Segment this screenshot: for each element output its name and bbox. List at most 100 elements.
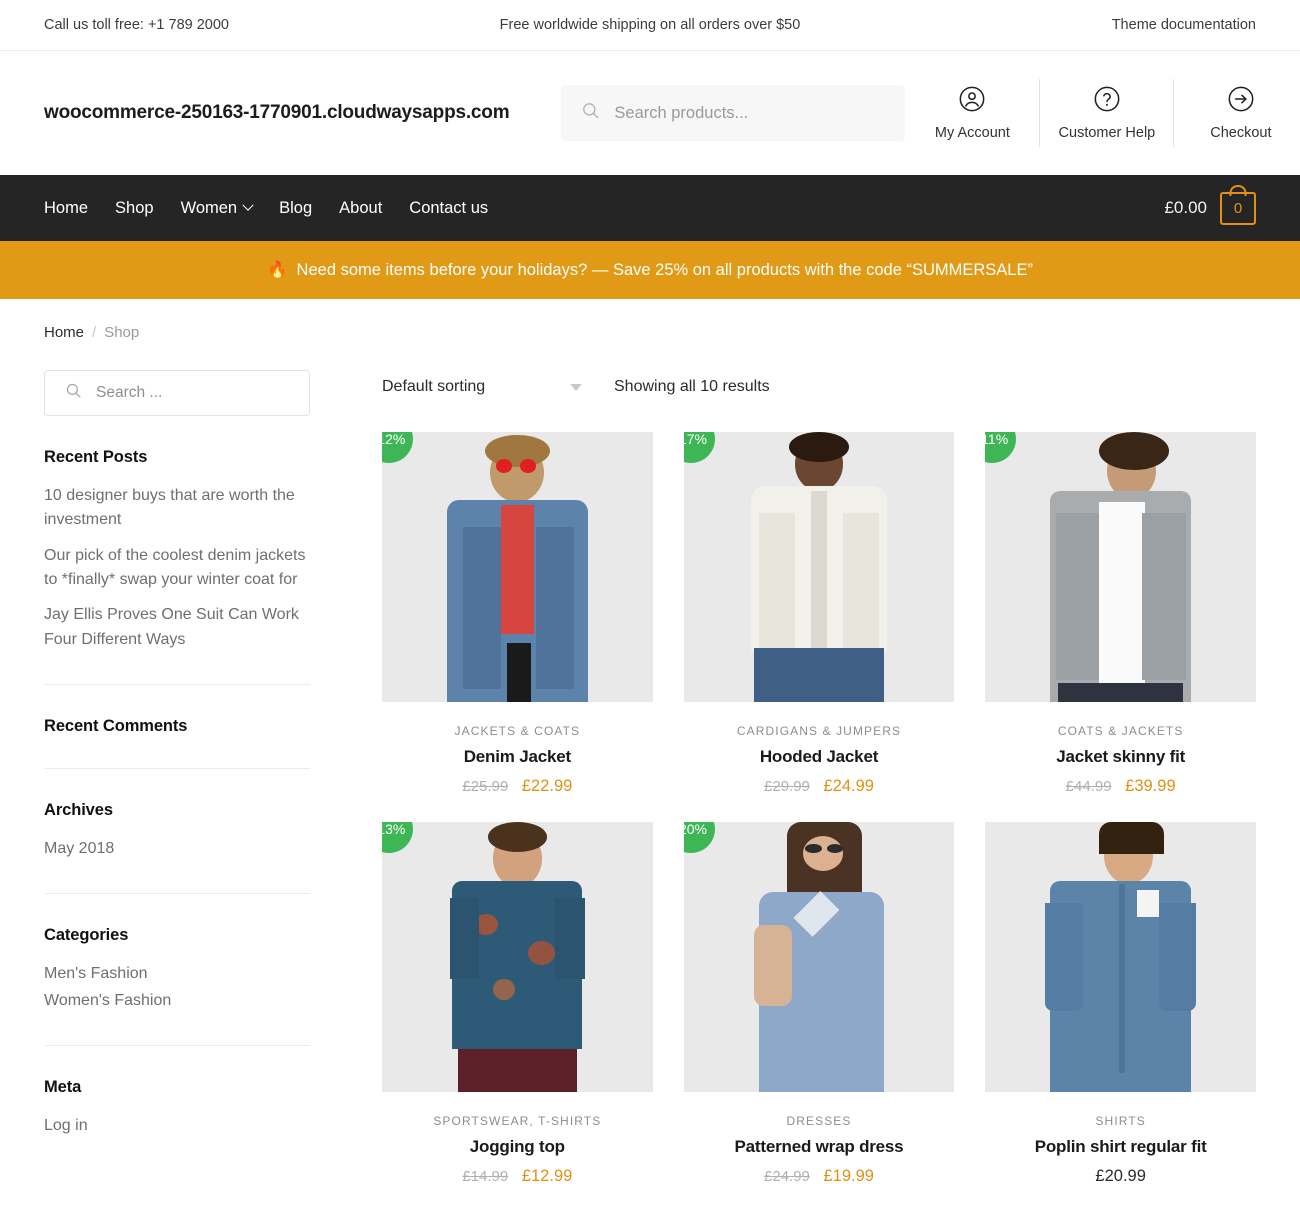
product-meta: Dresses Patterned wrap dress £24.99 £19.… [684, 1092, 955, 1186]
product-title[interactable]: Jacket skinny fit [985, 747, 1256, 767]
breadcrumb-home[interactable]: Home [44, 324, 84, 341]
sidebar-search-box[interactable] [44, 370, 310, 416]
product-regular-price: £20.99 [1095, 1167, 1146, 1185]
meta-list: Log in [44, 1114, 310, 1138]
product-listing: Default sorting Showing all 10 results 2… [310, 341, 1256, 1186]
product-meta: Coats & Jackets Jacket skinny fit £44.99… [985, 702, 1256, 796]
product-sale-price: £24.99 [823, 777, 874, 795]
widget-categories: Categories Men's Fashion Women's Fashion [44, 893, 310, 1013]
shop-toolbar: Default sorting Showing all 10 results [382, 370, 1256, 404]
primary-navigation: Home Shop Women Blog About Contact us £0… [0, 175, 1300, 241]
list-item[interactable]: Jay Ellis Proves One Suit Can Work Four … [44, 603, 310, 652]
list-item[interactable]: Log in [44, 1114, 310, 1138]
product-image[interactable] [985, 822, 1256, 1092]
breadcrumb-separator: / [92, 324, 97, 341]
product-title[interactable]: Denim Jacket [382, 747, 653, 767]
list-item[interactable]: Men's Fashion [44, 962, 310, 986]
nav-label-about: About [339, 198, 383, 217]
widget-title-archives: Archives [44, 800, 113, 819]
product-category[interactable]: Cardigans & Jumpers [684, 724, 955, 738]
nav-item-contact-us[interactable]: Contact us [409, 199, 488, 218]
promo-text: Need some items before your holidays? — … [296, 260, 1033, 279]
nav-item-shop[interactable]: Shop [115, 199, 154, 218]
theme-documentation-label[interactable]: Theme documentation [1112, 17, 1256, 33]
site-title[interactable]: woocommerce-250163-1770901.cloudwaysapps… [44, 102, 510, 124]
product-image[interactable]: -12% [382, 432, 653, 702]
man-white-hooded-jacket-illustration [684, 432, 955, 702]
customer-help-label: Customer Help [1058, 125, 1156, 141]
product-meta: Cardigans & Jumpers Hooded Jacket £29.99… [684, 702, 955, 796]
product-card[interactable]: -20% Dresses Patterned wrap dress £24.99… [683, 822, 955, 1186]
shopping-bag-icon[interactable]: 0 [1220, 184, 1256, 225]
widget-title-categories: Categories [44, 926, 129, 945]
man-blue-poplin-shirt-illustration [985, 822, 1256, 1092]
product-card[interactable]: -17% Cardigans & Jumpers Hooded Jacket £… [683, 432, 955, 796]
product-old-price: £29.99 [764, 778, 810, 795]
product-price: £25.99 £22.99 [382, 777, 653, 796]
promo-banner: 🔥 Need some items before your holidays? … [0, 241, 1300, 299]
product-old-price: £44.99 [1065, 778, 1112, 795]
product-sale-price: £22.99 [521, 777, 573, 795]
breadcrumb-current: Shop [104, 324, 140, 341]
chevron-down-icon [242, 199, 254, 211]
product-image[interactable]: -17% [683, 432, 955, 702]
search-icon [581, 101, 600, 125]
list-item[interactable]: Women's Fashion [44, 989, 310, 1013]
nav-item-home[interactable]: Home [44, 199, 88, 218]
product-category[interactable]: Jackets & Coats [382, 724, 653, 738]
product-title[interactable]: Poplin shirt regular fit [985, 1137, 1256, 1157]
widget-archives: Archives May 2018 [44, 767, 310, 861]
product-title[interactable]: Jogging top [382, 1137, 653, 1157]
sidebar-search-input[interactable] [96, 384, 289, 402]
product-category[interactable]: Coats & Jackets [985, 724, 1256, 738]
widget-meta: Meta Log in [44, 1044, 310, 1138]
cart-button[interactable]: £0.00 0 [1164, 184, 1256, 225]
nav-label-women: Women [180, 198, 238, 217]
product-title[interactable]: Patterned wrap dress [684, 1137, 955, 1157]
nav-item-blog[interactable]: Blog [279, 199, 312, 218]
product-sale-price: £39.99 [1125, 777, 1176, 795]
theme-documentation-link[interactable]: Theme documentation [856, 17, 1256, 33]
product-image[interactable]: -20% [683, 822, 955, 1092]
product-title[interactable]: Hooded Jacket [684, 747, 955, 767]
sorting-selected-label: Default sorting [382, 378, 486, 395]
chevron-down-icon [570, 383, 582, 391]
product-category[interactable]: Dresses [684, 1114, 955, 1128]
customer-help-action[interactable]: Customer Help [1039, 79, 1173, 147]
search-icon [65, 382, 82, 404]
product-image[interactable]: -13% [382, 822, 653, 1092]
product-old-price: £14.99 [462, 1168, 509, 1185]
search-input[interactable] [614, 103, 886, 123]
product-sale-price: £19.99 [823, 1167, 874, 1185]
bag-handle [1229, 184, 1247, 196]
product-card[interactable]: Shirts Poplin shirt regular fit £20.99 [985, 822, 1256, 1186]
product-image[interactable]: -11% [985, 432, 1256, 702]
header-actions: My Account Customer Help Checkout [905, 79, 1300, 147]
sorting-select[interactable]: Default sorting [382, 378, 582, 396]
product-price: £14.99 £12.99 [382, 1167, 653, 1186]
nav-links: Home Shop Women Blog About Contact us [44, 199, 488, 218]
nav-label-blog: Blog [279, 198, 313, 217]
product-old-price: £25.99 [462, 778, 509, 795]
product-category[interactable]: Shirts [985, 1114, 1256, 1128]
checkout-action[interactable]: Checkout [1173, 79, 1300, 147]
product-card[interactable]: -12% Jackets & Coats Denim Jacket £25.99… [382, 432, 653, 796]
top-utility-bar: Call us toll free: +1 789 2000 Free worl… [0, 0, 1300, 51]
product-category[interactable]: Sportswear, T-shirts [382, 1114, 653, 1128]
widget-title-meta: Meta [44, 1077, 82, 1096]
list-item[interactable]: May 2018 [44, 837, 310, 861]
list-item[interactable]: 10 designer buys that are worth the inve… [44, 484, 310, 533]
nav-item-women[interactable]: Women [180, 198, 254, 218]
product-sale-price: £12.99 [521, 1167, 573, 1185]
nav-label-home: Home [44, 198, 89, 217]
product-card[interactable]: -11% Coats & Jackets Jacket skinny fit £… [985, 432, 1256, 796]
list-item[interactable]: Our pick of the coolest denim jackets to… [44, 544, 310, 593]
product-search-box[interactable] [561, 85, 906, 141]
nav-item-about[interactable]: About [339, 199, 382, 218]
widget-title-recent-posts: Recent Posts [44, 448, 148, 466]
archives-list: May 2018 [44, 837, 310, 861]
widget-recent-posts: Recent Posts 10 designer buys that are w… [44, 416, 310, 652]
product-card[interactable]: -13% Sportswear, T-shirts Jogging top £1… [382, 822, 653, 1186]
toll-free-phone: Call us toll free: +1 789 2000 [44, 17, 229, 33]
my-account-action[interactable]: My Account [905, 79, 1039, 147]
